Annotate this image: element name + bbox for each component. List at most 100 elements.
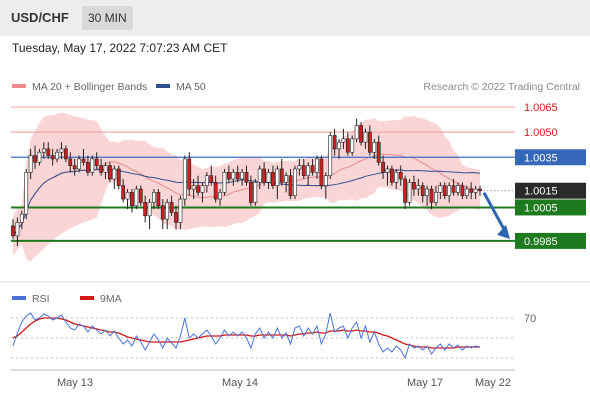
candle-body: [134, 188, 139, 207]
candle-body: [310, 165, 315, 173]
candle-body: [478, 188, 482, 192]
rsi-ma-line: [12, 317, 480, 349]
candle-body: [257, 168, 262, 183]
candle-body: [381, 161, 385, 173]
candle-body: [473, 188, 478, 193]
candle-body: [24, 172, 29, 215]
candle-body: [420, 185, 425, 197]
level-label-0: 1.0065: [524, 102, 558, 114]
candle-body: [59, 148, 64, 153]
candle-body: [464, 188, 469, 197]
candle-body: [68, 158, 73, 166]
candle-body: [425, 188, 430, 197]
candle-body: [412, 182, 416, 190]
candle: [116, 165, 121, 190]
candle-body: [28, 155, 33, 173]
candle-body: [354, 125, 359, 140]
rsi-legend-swatch-1: [80, 296, 94, 300]
candle-body: [209, 175, 214, 183]
candle-body: [319, 158, 324, 186]
x-tick-label-1: May 14: [222, 377, 258, 389]
candle-body: [332, 135, 337, 150]
candle-body: [46, 148, 51, 156]
candle-body: [297, 165, 302, 170]
candle-body: [50, 155, 55, 160]
candle-body: [262, 168, 267, 183]
candle-body: [284, 175, 289, 183]
candle-body: [174, 212, 178, 223]
candle: [187, 152, 192, 196]
candle-body: [213, 182, 218, 200]
candle-body: [240, 172, 244, 180]
candle-body: [231, 172, 236, 180]
candle-body: [451, 185, 456, 193]
legend-swatch-1: [156, 84, 170, 88]
candle-body: [191, 185, 196, 190]
candle-body: [108, 165, 112, 180]
candle-body: [182, 158, 187, 200]
price-chart: MA 20 + Bollinger Bands MA 50 Research © 2…: [0, 81, 590, 389]
candle-body: [389, 168, 394, 183]
candle-body: [434, 192, 438, 203]
candle: [112, 165, 117, 190]
candle-body: [156, 192, 161, 207]
candle-body: [178, 198, 183, 223]
level-label-3: 1.0005: [524, 202, 558, 214]
candle-body: [147, 202, 152, 217]
candle-body: [90, 158, 95, 173]
candle-body: [288, 175, 293, 197]
candle-body: [306, 165, 311, 176]
candle-body: [165, 202, 170, 220]
candle-body: [315, 158, 319, 173]
candle: [147, 199, 152, 230]
candle-body: [81, 158, 86, 163]
candle-body: [11, 225, 15, 237]
candle-body: [77, 158, 81, 170]
rsi-legend-swatch-0: [12, 296, 26, 300]
candle-body: [200, 185, 205, 193]
candle-body: [85, 161, 90, 173]
candle: [130, 189, 134, 213]
candle-body: [460, 185, 465, 197]
candle: [319, 155, 324, 190]
candle-body: [121, 185, 126, 200]
candle-body: [55, 151, 59, 160]
candle-body: [15, 222, 20, 237]
candle-body: [350, 138, 355, 153]
candle-body: [94, 158, 99, 166]
candle-body: [337, 141, 341, 150]
candle-body: [244, 172, 249, 183]
candle-body: [271, 172, 275, 186]
candle-body: [143, 202, 148, 217]
last-price-label: 1.0015: [524, 186, 558, 198]
candle-body: [152, 192, 156, 203]
candle: [354, 118, 359, 143]
candle-body: [438, 185, 443, 193]
candle-body: [345, 138, 350, 153]
candle-body: [372, 141, 377, 153]
candle-body: [376, 141, 381, 163]
candle-body: [385, 168, 390, 173]
legend-swatch-0: [12, 84, 26, 88]
candle-body: [442, 185, 447, 197]
candle-body: [279, 168, 284, 183]
candle: [222, 168, 227, 196]
candle-body: [103, 165, 108, 173]
candle-body: [394, 172, 399, 183]
candle-body: [41, 148, 46, 153]
candle-body: [416, 185, 421, 190]
candle-body: [359, 125, 363, 143]
candle-body: [116, 168, 121, 186]
candle-body: [363, 131, 368, 143]
candle-body: [293, 168, 297, 197]
candle-body: [447, 185, 452, 197]
rsi-tick-0: 70: [524, 313, 536, 325]
legend-label-1: MA 50: [176, 81, 206, 93]
candle: [182, 155, 187, 206]
candle-body: [72, 165, 77, 170]
candle-body: [37, 151, 42, 163]
candle-body: [328, 135, 333, 176]
candle-body: [253, 182, 258, 203]
credit-text: Research © 2022 Trading Central: [423, 81, 580, 93]
candle-body: [407, 182, 412, 203]
